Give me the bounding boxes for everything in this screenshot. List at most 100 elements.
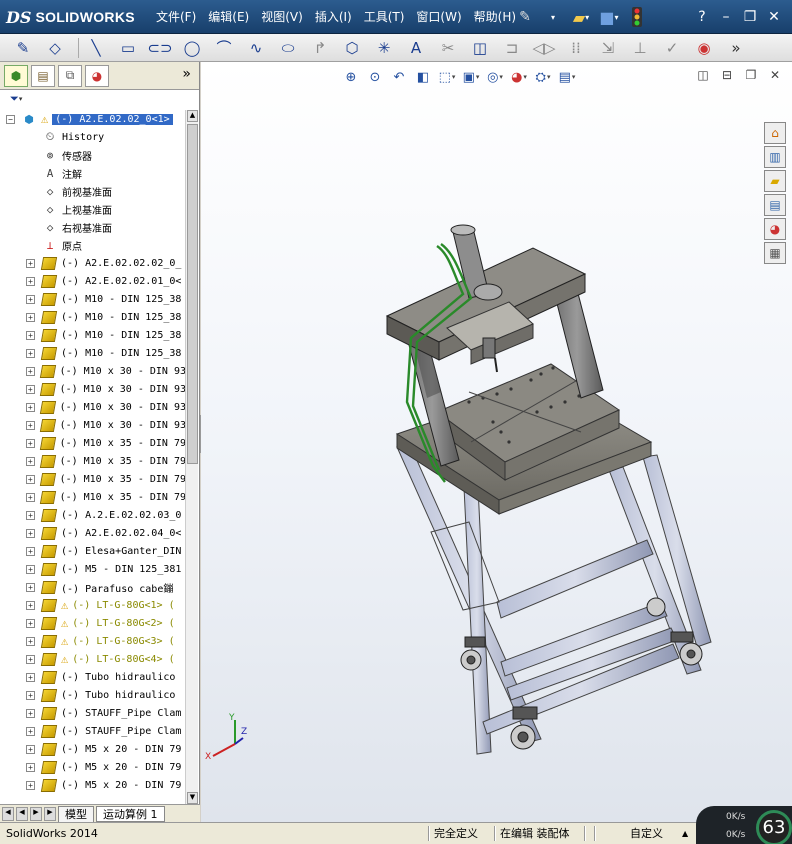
- tree-component-row[interactable]: + (-) M10 x 35 - DIN 79: [0, 488, 186, 506]
- tree-feature-0[interactable]: ⏲ History: [42, 128, 186, 146]
- tree-component-row[interactable]: + (-) M10 - DIN 125_38: [0, 326, 186, 344]
- design-library-icon[interactable]: ▥: [764, 146, 786, 168]
- help-icon[interactable]: ?: [692, 8, 712, 26]
- close-button[interactable]: ✕: [764, 8, 784, 26]
- menu-insert[interactable]: 插入(I): [309, 0, 358, 34]
- expand-toggle[interactable]: +: [26, 438, 35, 448]
- polygon-icon[interactable]: ⬡: [339, 37, 365, 59]
- tree-feature-4[interactable]: ◇ 上视基准面: [42, 200, 186, 218]
- rectangle-icon[interactable]: ▭: [115, 37, 141, 59]
- menu-edit[interactable]: 编辑(E): [202, 0, 255, 34]
- expand-toggle[interactable]: +: [26, 546, 35, 556]
- tree-feature-5[interactable]: ◇ 右视基准面: [42, 218, 186, 236]
- repair-sketch-icon[interactable]: ✓: [659, 37, 685, 59]
- tree-component-row[interactable]: + (-) M10 x 30 - DIN 93: [0, 380, 186, 398]
- tree-feature-6[interactable]: ⊥ 原点: [42, 236, 186, 254]
- hydraulic-press-model[interactable]: [201, 62, 792, 822]
- first-tab-arrow[interactable]: ◀: [2, 806, 14, 821]
- open-button[interactable]: ▰ ▾: [570, 6, 592, 28]
- expand-toggle[interactable]: +: [26, 564, 35, 574]
- expand-toggle[interactable]: +: [26, 492, 35, 502]
- slot-icon[interactable]: ⊂⊃: [147, 37, 173, 59]
- expand-toggle[interactable]: +: [26, 708, 35, 718]
- more-chevron-icon[interactable]: »: [723, 37, 749, 59]
- save-button[interactable]: ■ ▾: [598, 6, 620, 28]
- tree-component-row[interactable]: + (-) A2.E.02.02.01_0<: [0, 272, 186, 290]
- tree-component-row[interactable]: + (-) M5 x 20 - DIN 79: [0, 758, 186, 776]
- menu-tools[interactable]: 工具(T): [358, 0, 411, 34]
- feature-manager-tab[interactable]: ⬢: [4, 64, 28, 87]
- tree-component-row[interactable]: + (-) M10 x 30 - DIN 93: [0, 416, 186, 434]
- tree-feature-2[interactable]: A 注解: [42, 164, 186, 182]
- tree-component-row[interactable]: + (-) A2.E.02.02.02_0_: [0, 254, 186, 272]
- sketch-icon[interactable]: ✎: [10, 37, 36, 59]
- tree-component-row[interactable]: + (-) Elesa+Ganter_DIN: [0, 542, 186, 560]
- expand-toggle[interactable]: +: [26, 384, 35, 394]
- tree-component-row[interactable]: + (-) M10 x 35 - DIN 79: [0, 470, 186, 488]
- tree-root[interactable]: − ⬢ ⚠ (-) A2.E.02.02_0<1>: [0, 110, 186, 128]
- new-document-button[interactable]: ▾: [542, 6, 564, 28]
- tree-scrollbar[interactable]: ▲ ▼: [185, 110, 198, 804]
- tree-component-row[interactable]: + ⚠ (-) LT-G-80G<1> (: [0, 596, 186, 614]
- offset-icon[interactable]: ⊐: [499, 37, 525, 59]
- minimize-button[interactable]: –: [716, 8, 736, 26]
- status-units-custom[interactable]: 自定义: [628, 825, 665, 842]
- tree-component-row[interactable]: + (-) M10 - DIN 125_38: [0, 344, 186, 362]
- tree-component-row[interactable]: + (-) M5 - DIN 125_381: [0, 560, 186, 578]
- expand-toggle[interactable]: +: [26, 636, 35, 646]
- tree-component-row[interactable]: + (-) STAUFF_Pipe Clam: [0, 722, 186, 740]
- tree-component-row[interactable]: + (-) A2.E.02.02.04_0<: [0, 524, 186, 542]
- prev-tab-arrow[interactable]: ◀: [16, 806, 28, 821]
- tree-component-row[interactable]: + (-) Parafuso cabe鏰: [0, 578, 186, 596]
- tree-component-row[interactable]: + (-) M10 - DIN 125_38: [0, 308, 186, 326]
- configuration-manager-tab[interactable]: ⧉: [58, 64, 82, 87]
- menu-file[interactable]: 文件(F): [150, 0, 202, 34]
- expand-toggle[interactable]: +: [26, 654, 35, 664]
- file-explorer-icon[interactable]: ▰: [764, 170, 786, 192]
- solidworks-resources-icon[interactable]: ⌂: [764, 122, 786, 144]
- smart-dimension-icon[interactable]: ◇: [42, 37, 68, 59]
- pattern-icon[interactable]: ⁞⁞: [563, 37, 589, 59]
- expand-toggle[interactable]: +: [26, 618, 35, 628]
- expand-toggle[interactable]: +: [26, 690, 35, 700]
- convert-entities-icon[interactable]: ◫: [467, 37, 493, 59]
- line-icon[interactable]: ╲: [83, 37, 109, 59]
- expand-toggle[interactable]: +: [26, 366, 35, 376]
- expand-toggle[interactable]: +: [26, 330, 35, 340]
- snap-icon[interactable]: ◉: [691, 37, 717, 59]
- expand-toggle[interactable]: +: [26, 582, 35, 592]
- display-manager-tab[interactable]: ◕: [85, 64, 109, 87]
- tab-model[interactable]: 模型: [58, 805, 94, 822]
- scroll-up-arrow[interactable]: ▲: [187, 110, 198, 122]
- expand-toggle[interactable]: +: [26, 276, 35, 286]
- graphics-viewport[interactable]: ⊕ ⊙ ↶ ◧ ⬚▾ ▣▾ ◎▾ ◕▾ ⛭▾ ▤▾ ◫ ⊟ ❐ ✕: [201, 62, 792, 822]
- view-palette-icon[interactable]: ▤: [764, 194, 786, 216]
- spline-icon[interactable]: ∿: [243, 37, 269, 59]
- ellipse-icon[interactable]: ⬭: [275, 37, 301, 59]
- property-manager-tab[interactable]: ▤: [31, 64, 55, 87]
- tree-component-row[interactable]: + (-) A.2.E.02.02.03_0: [0, 506, 186, 524]
- tree-component-row[interactable]: + (-) Tubo hidraulico: [0, 686, 186, 704]
- expand-toggle[interactable]: +: [26, 672, 35, 682]
- tree-component-row[interactable]: + (-) M10 x 30 - DIN 93: [0, 398, 186, 416]
- expand-chevron-icon[interactable]: »: [182, 66, 191, 82]
- expand-toggle[interactable]: +: [26, 474, 35, 484]
- expand-toggle[interactable]: +: [26, 744, 35, 754]
- appearances-icon[interactable]: ◕: [764, 218, 786, 240]
- tree-component-row[interactable]: + ⚠ (-) LT-G-80G<2> (: [0, 614, 186, 632]
- tree-component-row[interactable]: + (-) M10 x 30 - DIN 93: [0, 362, 186, 380]
- scroll-down-arrow[interactable]: ▼: [187, 792, 198, 804]
- filter-icon[interactable]: ⏷: [10, 92, 19, 106]
- tree-component-row[interactable]: + (-) M10 x 35 - DIN 79: [0, 434, 186, 452]
- tree-component-row[interactable]: + ⚠ (-) LT-G-80G<4> (: [0, 650, 186, 668]
- circle-icon[interactable]: ◯: [179, 37, 205, 59]
- fillet-icon[interactable]: ↱: [307, 37, 333, 59]
- tab-motion-study[interactable]: 运动算例 1: [96, 805, 165, 822]
- expand-toggle[interactable]: +: [26, 726, 35, 736]
- tree-component-row[interactable]: + ⚠ (-) LT-G-80G<3> (: [0, 632, 186, 650]
- trim-icon[interactable]: ✂: [435, 37, 461, 59]
- tree-feature-1[interactable]: ⊚ 传感器: [42, 146, 186, 164]
- move-entities-icon[interactable]: ⇲: [595, 37, 621, 59]
- arc-icon[interactable]: ⌒: [211, 37, 237, 59]
- tree-component-row[interactable]: + (-) M5 x 20 - DIN 79: [0, 776, 186, 794]
